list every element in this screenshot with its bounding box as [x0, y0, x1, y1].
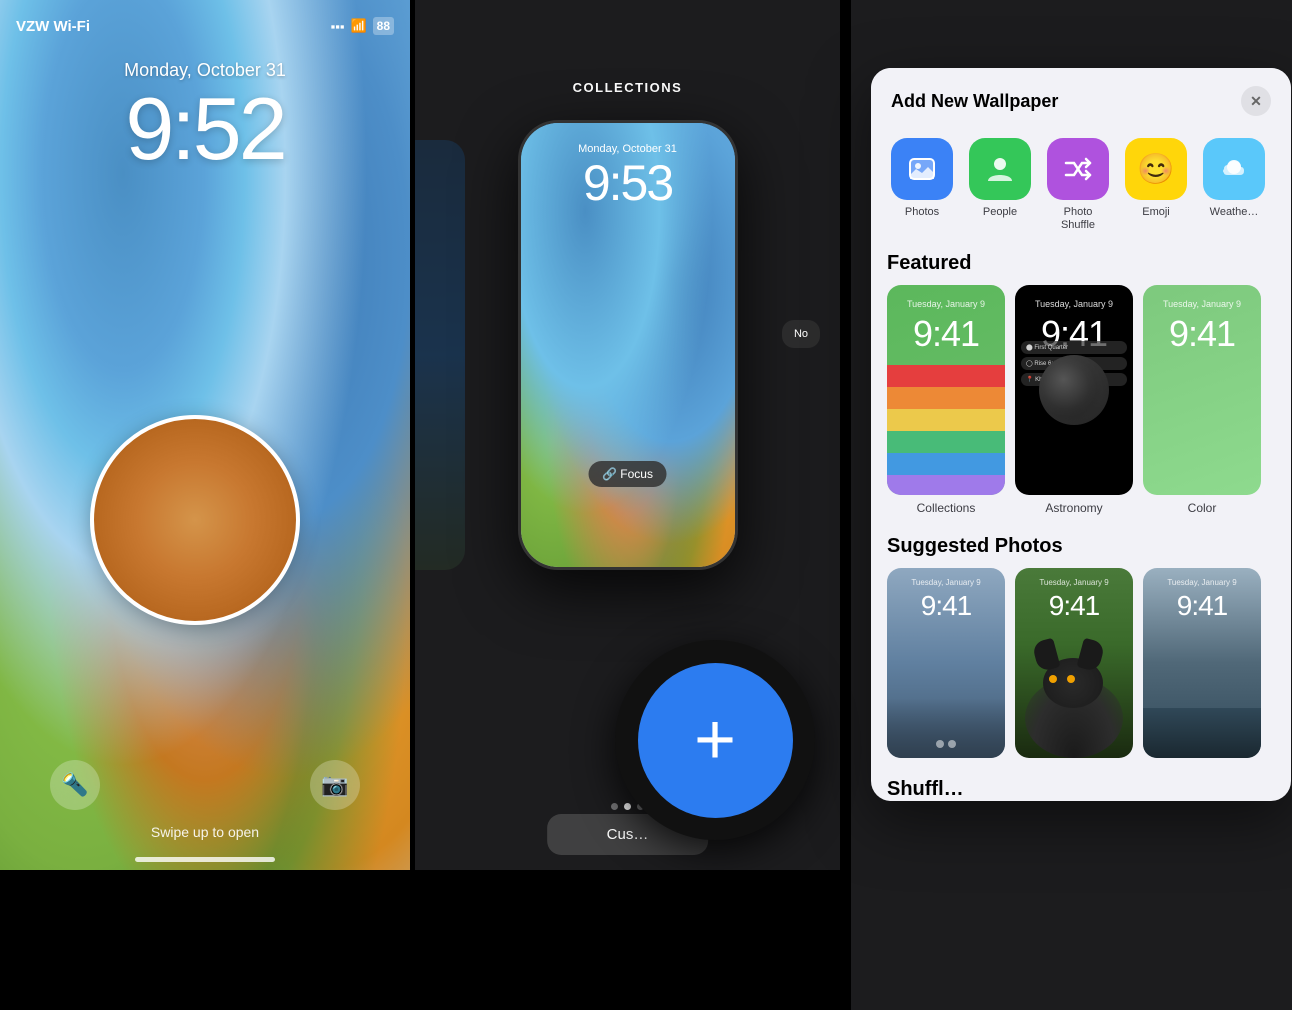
plus-icon: +: [638, 663, 793, 818]
side-phone-ghost: [415, 140, 465, 570]
moon-image: [1039, 355, 1109, 425]
phone-time: 9:53: [521, 158, 735, 208]
water-date: Tuesday, January 9: [1143, 578, 1261, 587]
weather-label: Weathe…: [1210, 206, 1259, 219]
city-bg: Tuesday, January 9 9:41: [887, 568, 1005, 758]
astro-widget-1: ⬤ First Quarter: [1021, 341, 1127, 354]
carrier-label: VZW Wi-Fi: [16, 18, 90, 35]
dog-date: Tuesday, January 9: [1015, 578, 1133, 587]
color-label: Color: [1143, 495, 1261, 515]
modal-header: Add New Wallpaper ✕: [871, 68, 1291, 128]
collections-header: COLLECTIONS: [415, 80, 840, 95]
featured-astronomy-card[interactable]: Tuesday, January 9 9:41 ⬤ First Quarter …: [1015, 285, 1133, 495]
home-indicator: [135, 857, 275, 862]
date-label: Monday, October 31: [0, 60, 410, 81]
water-bg: Tuesday, January 9 9:41: [1143, 568, 1261, 758]
dog-bg: Tuesday, January 9 9:41: [1015, 568, 1133, 758]
phone-date: Monday, October 31: [521, 143, 735, 155]
astronomy-bg: Tuesday, January 9 9:41 ⬤ First Quarter …: [1015, 285, 1133, 495]
category-shuffle[interactable]: Photo Shuffle: [1043, 138, 1113, 232]
left-panel: VZW Wi-Fi ▪▪▪ 📶 88 Monday, October 31 9:…: [0, 0, 410, 870]
stripe-purple: [887, 475, 1005, 495]
people-icon: [969, 138, 1031, 200]
collections-label: Collections: [887, 495, 1005, 515]
shuffle-icon: [1047, 138, 1109, 200]
category-row: Photos People: [871, 128, 1291, 248]
modal-title: Add New Wallpaper: [891, 91, 1058, 112]
featured-color-wrap: Tuesday, January 9 9:41 Color: [1143, 285, 1261, 515]
suggested-section-title: Suggested Photos: [871, 531, 1291, 568]
phone-mockup: Monday, October 31 9:53 🔗 Focus: [518, 120, 738, 570]
add-wallpaper-plus-button[interactable]: +: [615, 640, 815, 840]
dot-1: [611, 803, 618, 810]
city-clock: 9:41: [887, 590, 1005, 622]
rainbow-stripes: [887, 365, 1005, 495]
collections-date: Tuesday, January 9: [887, 299, 1005, 309]
featured-row: Tuesday, January 9 9:41 Collections: [871, 285, 1291, 531]
right-panel: Add New Wallpaper ✕ Photos: [851, 0, 1292, 1010]
featured-section-title: Featured: [871, 248, 1291, 285]
stripe-green: [887, 431, 1005, 453]
featured-collections-card[interactable]: Tuesday, January 9 9:41: [887, 285, 1005, 495]
water-clock: 9:41: [1143, 590, 1261, 622]
featured-collections-wrap: Tuesday, January 9 9:41 Collections: [887, 285, 1005, 515]
suggested-row: Tuesday, January 9 9:41 Tuesday, January…: [871, 568, 1291, 774]
modal-close-button[interactable]: ✕: [1241, 86, 1271, 116]
category-people[interactable]: People: [965, 138, 1035, 232]
dog-clock: 9:41: [1015, 590, 1133, 622]
category-photos[interactable]: Photos: [887, 138, 957, 232]
shuffle-label: Photo Shuffle: [1061, 206, 1095, 232]
stripe-yellow: [887, 409, 1005, 431]
emoji-icon: 😊: [1125, 138, 1187, 200]
circle-widget: [90, 415, 300, 625]
phone-screen: Monday, October 31 9:53 🔗 Focus: [521, 123, 735, 567]
suggested-water-card[interactable]: Tuesday, January 9 9:41: [1143, 568, 1261, 758]
collections-bg: Tuesday, January 9 9:41: [887, 285, 1005, 495]
featured-astronomy-wrap: Tuesday, January 9 9:41 ⬤ First Quarter …: [1015, 285, 1133, 515]
photos-label: Photos: [905, 206, 939, 219]
focus-pill[interactable]: 🔗 Focus: [588, 461, 667, 487]
collections-clock: 9:41: [887, 313, 1005, 355]
emoji-label: Emoji: [1142, 206, 1170, 219]
astronomy-label: Astronomy: [1015, 495, 1133, 515]
color-bg: Tuesday, January 9 9:41: [1143, 285, 1261, 495]
stripe-red: [887, 365, 1005, 387]
category-weather[interactable]: Weathe…: [1199, 138, 1269, 232]
status-bar: VZW Wi-Fi ▪▪▪ 📶 88: [0, 0, 410, 44]
color-date: Tuesday, January 9: [1143, 299, 1261, 309]
color-clock: 9:41: [1143, 313, 1261, 355]
lockscreen-background: VZW Wi-Fi ▪▪▪ 📶 88 Monday, October 31 9:…: [0, 0, 410, 870]
weather-icon: [1203, 138, 1265, 200]
wifi-icon: 📶: [350, 18, 366, 34]
dot-2: [624, 803, 631, 810]
suggested-city-card[interactable]: Tuesday, January 9 9:41: [887, 568, 1005, 758]
date-time-display: Monday, October 31 9:52: [0, 60, 410, 173]
status-icons: ▪▪▪ 📶 88: [331, 17, 394, 35]
notification-pill: No: [782, 320, 820, 348]
camera-button[interactable]: 📷: [310, 760, 360, 810]
category-emoji[interactable]: 😊 Emoji: [1121, 138, 1191, 232]
photos-icon: [891, 138, 953, 200]
add-wallpaper-modal: Add New Wallpaper ✕ Photos: [871, 68, 1291, 801]
signal-icon: ▪▪▪: [331, 19, 345, 34]
flashlight-button[interactable]: 🔦: [50, 760, 100, 810]
time-label: 9:52: [0, 85, 410, 173]
shuffle-section-title: Shuffl…: [871, 774, 1291, 801]
people-label: People: [983, 206, 1017, 219]
stripe-orange: [887, 387, 1005, 409]
city-date: Tuesday, January 9: [887, 578, 1005, 587]
suggested-dog-card[interactable]: Tuesday, January 9 9:41: [1015, 568, 1133, 758]
bottom-controls: 🔦 📷: [0, 760, 410, 810]
stripe-blue: [887, 453, 1005, 475]
swipe-hint: Swipe up to open: [0, 824, 410, 840]
astronomy-date: Tuesday, January 9: [1015, 299, 1133, 309]
featured-color-card[interactable]: Tuesday, January 9 9:41: [1143, 285, 1261, 495]
top-black-bar: [851, 0, 1292, 68]
battery-indicator: 88: [373, 17, 394, 35]
